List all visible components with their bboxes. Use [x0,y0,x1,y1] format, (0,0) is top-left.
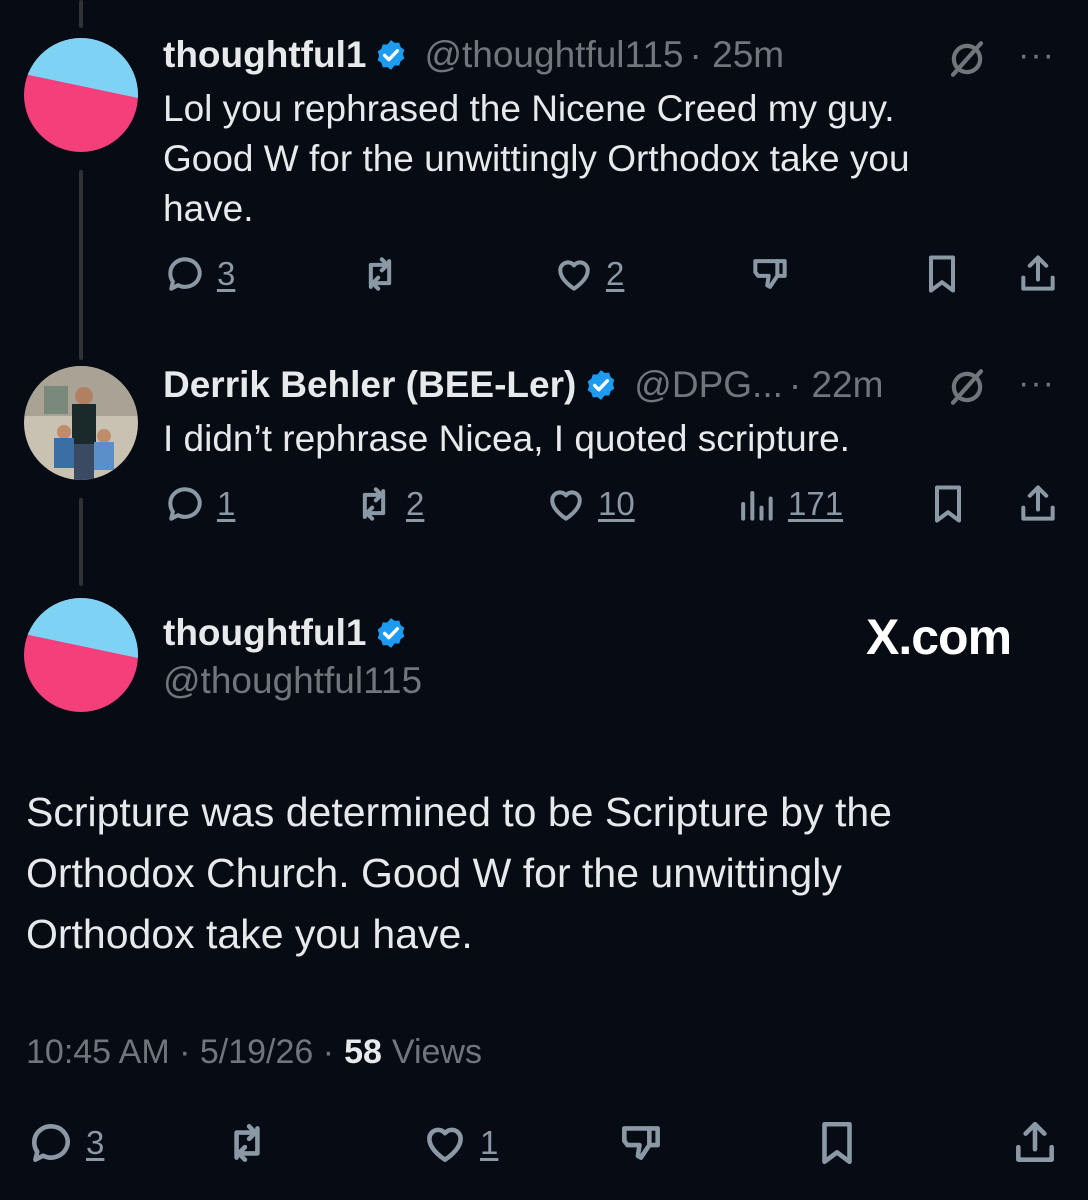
reply-count: 3 [86,1124,105,1161]
like-button[interactable]: 1 [420,1118,498,1168]
share-icon [1021,485,1055,521]
share-button[interactable] [1016,482,1060,526]
repost-button[interactable] [358,252,402,296]
verified-badge-icon [378,618,405,648]
views-button[interactable]: 171 [734,482,843,526]
bookmark-icon [928,255,956,293]
post-time[interactable]: · 22m [789,364,884,406]
share-icon [1021,255,1055,291]
grok-icon[interactable] [946,38,988,85]
reply-header: thoughtful1 @thoughtful115 · 25m [163,34,784,76]
views-icon [741,490,773,521]
avatar[interactable] [24,38,138,152]
repost-icon [234,1124,260,1162]
like-button[interactable]: 10 [544,482,635,526]
main-text-line: Orthodox Church. Good W for the unwittin… [26,850,842,896]
reply-text: I didn’t rephrase Nicea, I quoted script… [163,414,850,464]
comment-icon [168,257,202,291]
reply-button[interactable]: 1 [163,482,235,526]
repost-button[interactable]: 2 [352,482,424,526]
share-button[interactable] [1010,1118,1060,1168]
share-button[interactable] [1016,252,1060,296]
view-count: 171 [788,485,844,522]
post-time[interactable]: · 25m [690,34,785,76]
main-tweet-text: Scripture was determined to be Scripture… [26,782,892,965]
thread-line-top [79,0,83,28]
bookmark-button[interactable] [812,1118,862,1168]
author-name[interactable]: thoughtful1 [163,612,366,654]
reply-button[interactable]: 3 [163,252,235,296]
reply-count: 1 [217,485,236,522]
main-text-line: Orthodox take you have. [26,911,473,957]
avatar[interactable] [24,366,138,480]
repost-count: 2 [406,485,425,522]
reply-header: Derrik Behler (BEE-Ler) @DPG... · 22m [163,364,883,406]
heart-icon [550,490,582,521]
heart-icon [427,1127,463,1162]
like-count: 10 [598,485,635,522]
views-count: 58 [344,1033,382,1071]
author-name[interactable]: thoughtful1 [163,34,366,76]
bookmark-button[interactable] [926,482,970,526]
thread-line-1 [79,170,83,360]
avatar[interactable] [24,598,138,712]
verified-badge-icon [587,370,615,400]
reply-text-line: have. [163,188,254,229]
thumbs-down-icon [622,1126,660,1160]
like-count: 2 [606,255,625,292]
grok-icon[interactable] [946,366,988,413]
dislike-button[interactable] [616,1118,666,1168]
author-handle[interactable]: @thoughtful115 [163,660,422,702]
more-options-icon[interactable]: ··· [1018,364,1055,403]
tweet-meta: 10:45 AM · 5/19/26 · 58 Views [26,1033,482,1072]
main-text-line: Scripture was determined to be Scripture… [26,789,892,835]
thumbs-down-icon [753,259,787,289]
repost-icon [368,257,392,291]
reply-text-line: I didn’t rephrase Nicea, I quoted script… [163,418,850,459]
bookmark-icon [934,485,962,523]
verified-badge-icon [378,40,405,70]
author-name[interactable]: Derrik Behler (BEE-Ler) [163,364,576,406]
watermark-logo: X.com [866,609,1012,665]
heart-icon [558,260,590,291]
views-label[interactable]: Views [392,1033,482,1072]
reply-text-line: Lol you rephrased the Nicene Creed my gu… [163,88,895,129]
bookmark-button[interactable] [920,252,964,296]
author-handle[interactable]: @thoughtful115 [424,34,683,76]
like-button[interactable]: 2 [552,252,624,296]
comment-icon [32,1124,70,1162]
reply-count: 3 [217,255,236,292]
reply-button[interactable]: 3 [26,1118,104,1168]
dislike-button[interactable] [748,252,792,296]
main-author-row: thoughtful1 [163,612,408,654]
thread-line-2 [79,498,83,586]
timestamp[interactable]: 10:45 AM · 5/19/26 · [26,1033,334,1072]
bookmark-icon [822,1121,852,1165]
like-count: 1 [480,1124,499,1161]
share-icon [1016,1121,1054,1162]
reply-text-line: Good W for the unwittingly Orthodox take… [163,138,910,179]
repost-icon [362,487,386,521]
author-handle[interactable]: @DPG... [634,364,783,406]
repost-button[interactable] [222,1118,272,1168]
reply-text: Lol you rephrased the Nicene Creed my gu… [163,84,910,234]
more-options-icon[interactable]: ··· [1018,36,1055,75]
comment-icon [168,487,202,521]
